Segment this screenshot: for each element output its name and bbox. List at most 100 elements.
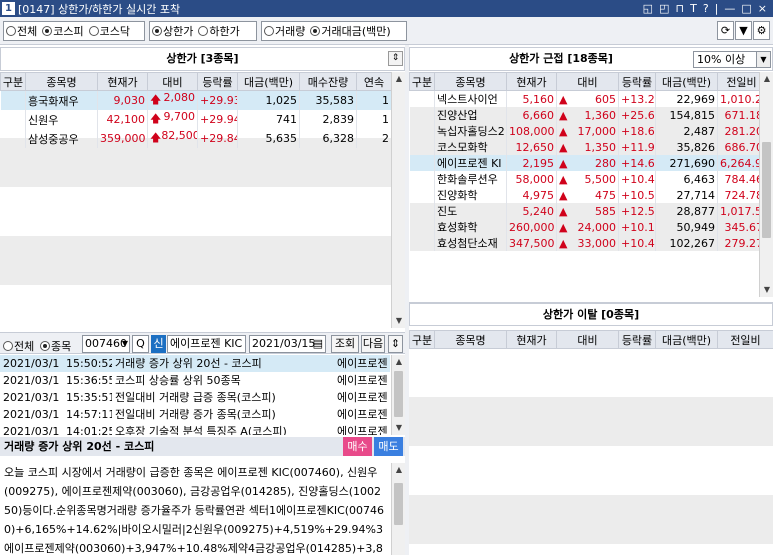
col-header-amount[interactable]: 대금(백만): [237, 72, 300, 91]
scroll-up-icon[interactable]: ▲: [760, 72, 773, 86]
news-row[interactable]: 2021/03/15 14:57:11 전일대비 거래량 증가 종목(코스피) …: [0, 406, 390, 423]
news-scrollbar[interactable]: ▲ ▼: [391, 355, 405, 435]
sort-radio-volume[interactable]: 거래량: [264, 23, 305, 39]
cell-name[interactable]: 넥스트사이언: [434, 90, 507, 107]
cell-name[interactable]: 진도: [434, 203, 507, 219]
cell-name[interactable]: 신원우: [25, 110, 98, 129]
col-header-price[interactable]: 현재가: [506, 330, 557, 349]
sort-radio-amount[interactable]: 거래대금(백만): [310, 23, 391, 39]
table-row[interactable]: 한화솔루션우58,000▲ 5,500+10.486,463784.46: [409, 171, 759, 187]
col-header-price[interactable]: 현재가: [506, 72, 557, 91]
window-pin-icon[interactable]: ⊓: [675, 2, 684, 15]
date-field[interactable]: 2021/03/15 ▤: [249, 335, 326, 353]
cell-name[interactable]: 효성화학: [434, 219, 507, 235]
col-header-rate[interactable]: 등락률: [618, 330, 656, 349]
col-header-diff[interactable]: 대비: [147, 72, 198, 91]
news-row[interactable]: 2021/03/15 15:35:51 전일대비 거래량 급증 종목(코스피) …: [0, 389, 390, 406]
refresh-button[interactable]: ⟳: [717, 21, 734, 40]
scroll-down-icon[interactable]: ▼: [392, 421, 406, 435]
cell-name[interactable]: 진양산업: [434, 107, 507, 123]
window-copy-icon[interactable]: ◰: [659, 2, 669, 15]
threshold-select[interactable]: 10% 이상 ▼: [693, 51, 771, 68]
table-row[interactable]: 진양화학4,975▲ 475+10.5627,714724.78: [409, 187, 759, 203]
table-row[interactable]: 효성화학260,000▲ 24,000+10.1750,949345.67: [409, 219, 759, 235]
table-row[interactable]: 넥스트사이언5,160▲ 605+13.2822,9691,010.21: [409, 90, 759, 107]
buy-button[interactable]: 매수: [343, 437, 372, 456]
up-triangle-icon: ▲: [559, 156, 568, 170]
market-radio-all[interactable]: 전체: [6, 23, 37, 39]
settings-button[interactable]: ⚙: [753, 21, 770, 40]
col-header-bid[interactable]: 매수잔량: [299, 72, 357, 91]
table-row[interactable]: 삼성중공우 359,000 🡅 82,500 +29.84 5,635 6,328…: [0, 129, 391, 148]
news-row[interactable]: 2021/03/15 15:50:52 거래량 증가 상위 20선 - 코스피 …: [0, 355, 390, 372]
col-header-prev[interactable]: 전일비: [717, 330, 773, 349]
table-row[interactable]: 진양산업6,660▲ 1,360+25.66154,815671.18: [409, 107, 759, 123]
table-row[interactable]: 녹십자홀딩스2108,000▲ 17,000+18.682,487281.20: [409, 123, 759, 139]
next-button[interactable]: 다음: [361, 335, 385, 353]
table-row[interactable]: 진도5,240▲ 585+12.5728,8771,017.57: [409, 203, 759, 219]
col-header-diff[interactable]: 대비: [556, 330, 619, 349]
cell-name[interactable]: 코스모화학: [434, 139, 507, 155]
col-header-cont[interactable]: 연속: [356, 72, 391, 91]
cell-name[interactable]: 흥국화재우: [25, 90, 98, 110]
news-row[interactable]: 2021/03/15 14:01:25 오후장 기술적 분석 특징주 A(코스피…: [0, 423, 390, 435]
cell-name[interactable]: 녹십자홀딩스2: [434, 123, 507, 139]
scroll-up-icon[interactable]: ▲: [392, 463, 406, 477]
col-header-type[interactable]: 구분: [409, 72, 435, 91]
window-maximize-icon[interactable]: □: [741, 2, 751, 15]
upper-scrollbar[interactable]: ▲ ▼: [391, 72, 405, 328]
scroll-thumb[interactable]: [394, 371, 403, 417]
market-radio-kospi[interactable]: 코스피: [42, 23, 84, 39]
col-header-rate[interactable]: 등락률: [618, 72, 656, 91]
window-help-icon[interactable]: ?: [703, 2, 709, 15]
scroll-down-icon[interactable]: ▼: [760, 283, 773, 297]
col-header-diff[interactable]: 대비: [556, 72, 619, 91]
scroll-up-icon[interactable]: ▲: [392, 72, 406, 86]
panel-divider[interactable]: [405, 45, 409, 555]
scroll-thumb[interactable]: [762, 142, 771, 238]
news-radio-all[interactable]: 전체: [3, 338, 34, 354]
window-link-icon[interactable]: ◱: [643, 2, 653, 15]
upper-resize-icon[interactable]: ⇕: [388, 51, 403, 66]
near-scrollbar[interactable]: ▲ ▼: [759, 72, 773, 297]
stock-code-input[interactable]: 007460 ▼: [82, 335, 130, 353]
col-header-amount[interactable]: 대금(백만): [655, 72, 718, 91]
table-row[interactable]: 흥국화재우 9,030 🡅 2,080 +29.93 1,025 35,583 1: [0, 90, 391, 110]
sell-button[interactable]: 매도: [374, 437, 403, 456]
limit-radio-upper[interactable]: 상한가: [152, 23, 193, 39]
col-header-name[interactable]: 종목명: [434, 330, 507, 349]
market-radio-kosdaq[interactable]: 코스닥: [88, 23, 130, 39]
scroll-thumb[interactable]: [394, 483, 403, 525]
query-button[interactable]: 조회: [331, 335, 359, 353]
window-font-icon[interactable]: T: [690, 2, 697, 15]
news-row[interactable]: 2021/03/15 15:36:55 코스피 상승률 상위 50종목 에이프로…: [0, 372, 390, 389]
col-header-name[interactable]: 종목명: [434, 72, 507, 91]
table-row[interactable]: 에이프로젠 KI2,195▲ 280+14.62271,6906,264.96: [409, 155, 759, 171]
cell-name[interactable]: 삼성중공우: [25, 129, 98, 148]
col-header-type[interactable]: 구분: [409, 330, 435, 349]
table-row[interactable]: 코스모화학12,650▲ 1,350+11.9535,826686.70: [409, 139, 759, 155]
scroll-up-icon[interactable]: ▲: [392, 355, 406, 369]
col-header-rate[interactable]: 등락률: [197, 72, 238, 91]
search-icon[interactable]: Q: [132, 335, 149, 353]
scroll-down-icon[interactable]: ▼: [392, 314, 406, 328]
cell-name[interactable]: 에이프로젠 KI: [434, 155, 507, 171]
table-row[interactable]: 신원우 42,100 🡅 9,700 +29.94 741 2,839 1: [0, 110, 391, 129]
window-minimize-icon[interactable]: —: [724, 2, 735, 15]
window-close-icon[interactable]: ×: [758, 2, 767, 15]
resize-icon[interactable]: ⇕: [388, 335, 403, 353]
calendar-icon[interactable]: ▤: [313, 336, 323, 352]
cell-name[interactable]: 효성첨단소재: [434, 235, 507, 251]
news-radio-stock[interactable]: 종목: [40, 338, 71, 354]
cell-name[interactable]: 한화솔루션우: [434, 171, 507, 187]
article-scrollbar[interactable]: ▲: [391, 463, 405, 555]
cell-name[interactable]: 진양화학: [434, 187, 507, 203]
col-header-price[interactable]: 현재가: [97, 72, 148, 91]
col-header-amount[interactable]: 대금(백만): [655, 330, 718, 349]
col-header-type[interactable]: 구분: [0, 72, 26, 91]
col-header-name[interactable]: 종목명: [25, 72, 98, 91]
limit-radio-lower[interactable]: 하한가: [198, 23, 240, 39]
dropdown-menu-button[interactable]: ▼: [735, 21, 752, 40]
col-header-prev[interactable]: 전일비: [717, 72, 759, 91]
table-row[interactable]: 효성첨단소재347,500▲ 33,000+10.49102,267279.27: [409, 235, 759, 251]
